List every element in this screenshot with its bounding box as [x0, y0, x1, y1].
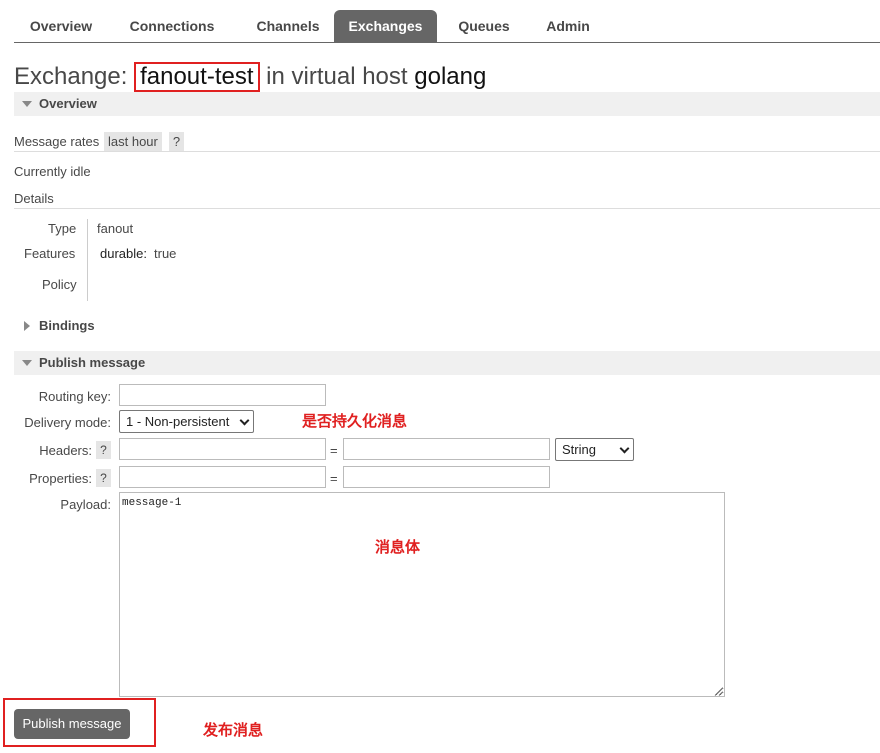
message-rates-label: Message rates — [14, 134, 100, 149]
policy-label: Policy — [42, 277, 77, 292]
main-nav: Overview Connections Channels Exchanges … — [14, 10, 880, 43]
headers-label: Headers: — [39, 443, 92, 458]
delivery-mode-label: Delivery mode: — [24, 415, 111, 430]
features-value: true — [154, 246, 177, 261]
tab-admin[interactable]: Admin — [528, 10, 608, 42]
property-equals: = — [330, 471, 338, 486]
chevron-down-icon — [239, 415, 250, 426]
chevron-down-icon — [619, 443, 630, 454]
delivery-mode-value: 1 - Non-persistent — [126, 414, 230, 429]
vhost-name: golang — [414, 63, 487, 90]
header-type-select[interactable]: String — [555, 438, 634, 461]
features-key: durable: — [100, 246, 147, 261]
type-value: fanout — [97, 221, 134, 236]
title-prefix: Exchange: — [14, 63, 128, 90]
tab-channels[interactable]: Channels — [236, 10, 340, 42]
details-divider — [87, 219, 88, 301]
status-text: Currently idle — [14, 164, 91, 179]
header-type-value: String — [562, 442, 596, 457]
divider — [14, 208, 880, 209]
publish-button-highlight — [3, 698, 156, 747]
overview-section-title: Overview — [39, 96, 97, 111]
property-value-input[interactable] — [343, 466, 550, 488]
payload-textarea[interactable]: message-1 — [119, 492, 725, 697]
routing-key-label: Routing key: — [38, 389, 111, 404]
collapse-triangle-icon — [22, 360, 32, 366]
page-title: Exchange: fanout-test in virtual host go… — [14, 62, 486, 92]
bindings-section-title: Bindings — [39, 318, 95, 333]
divider — [14, 151, 880, 152]
property-key-input[interactable] — [119, 466, 326, 488]
tab-queues[interactable]: Queues — [442, 10, 526, 42]
message-rates-period[interactable]: last hour — [104, 132, 162, 151]
header-key-input[interactable] — [119, 438, 326, 460]
details-title: Details — [14, 191, 54, 206]
header-equals: = — [330, 443, 338, 458]
title-middle: in virtual host — [266, 63, 408, 90]
delivery-mode-select[interactable]: 1 - Non-persistent — [119, 410, 254, 433]
tab-overview[interactable]: Overview — [14, 10, 108, 42]
headers-help[interactable]: ? — [96, 441, 111, 459]
type-label: Type — [48, 221, 77, 236]
expand-triangle-icon — [24, 321, 30, 331]
bindings-section-header[interactable]: Bindings — [14, 314, 880, 338]
delivery-mode-annotation: 是否持久化消息 — [302, 412, 408, 430]
properties-help[interactable]: ? — [96, 469, 111, 487]
publish-section-title: Publish message — [39, 355, 146, 370]
payload-label: Payload: — [60, 497, 111, 512]
header-value-input[interactable] — [343, 438, 550, 460]
overview-section-header[interactable]: Overview — [14, 92, 880, 116]
properties-label: Properties: — [29, 471, 92, 486]
publish-section-header[interactable]: Publish message — [14, 351, 880, 375]
tab-connections[interactable]: Connections — [114, 10, 230, 42]
routing-key-input[interactable] — [119, 384, 326, 406]
publish-annotation: 发布消息 — [203, 721, 264, 739]
payload-annotation: 消息体 — [375, 538, 421, 556]
tab-exchanges[interactable]: Exchanges — [334, 10, 437, 42]
message-rates-help[interactable]: ? — [169, 132, 184, 151]
collapse-triangle-icon — [22, 101, 32, 107]
features-label: Features — [24, 246, 76, 261]
resize-handle-icon[interactable] — [714, 686, 724, 696]
exchange-name: fanout-test — [134, 62, 260, 92]
